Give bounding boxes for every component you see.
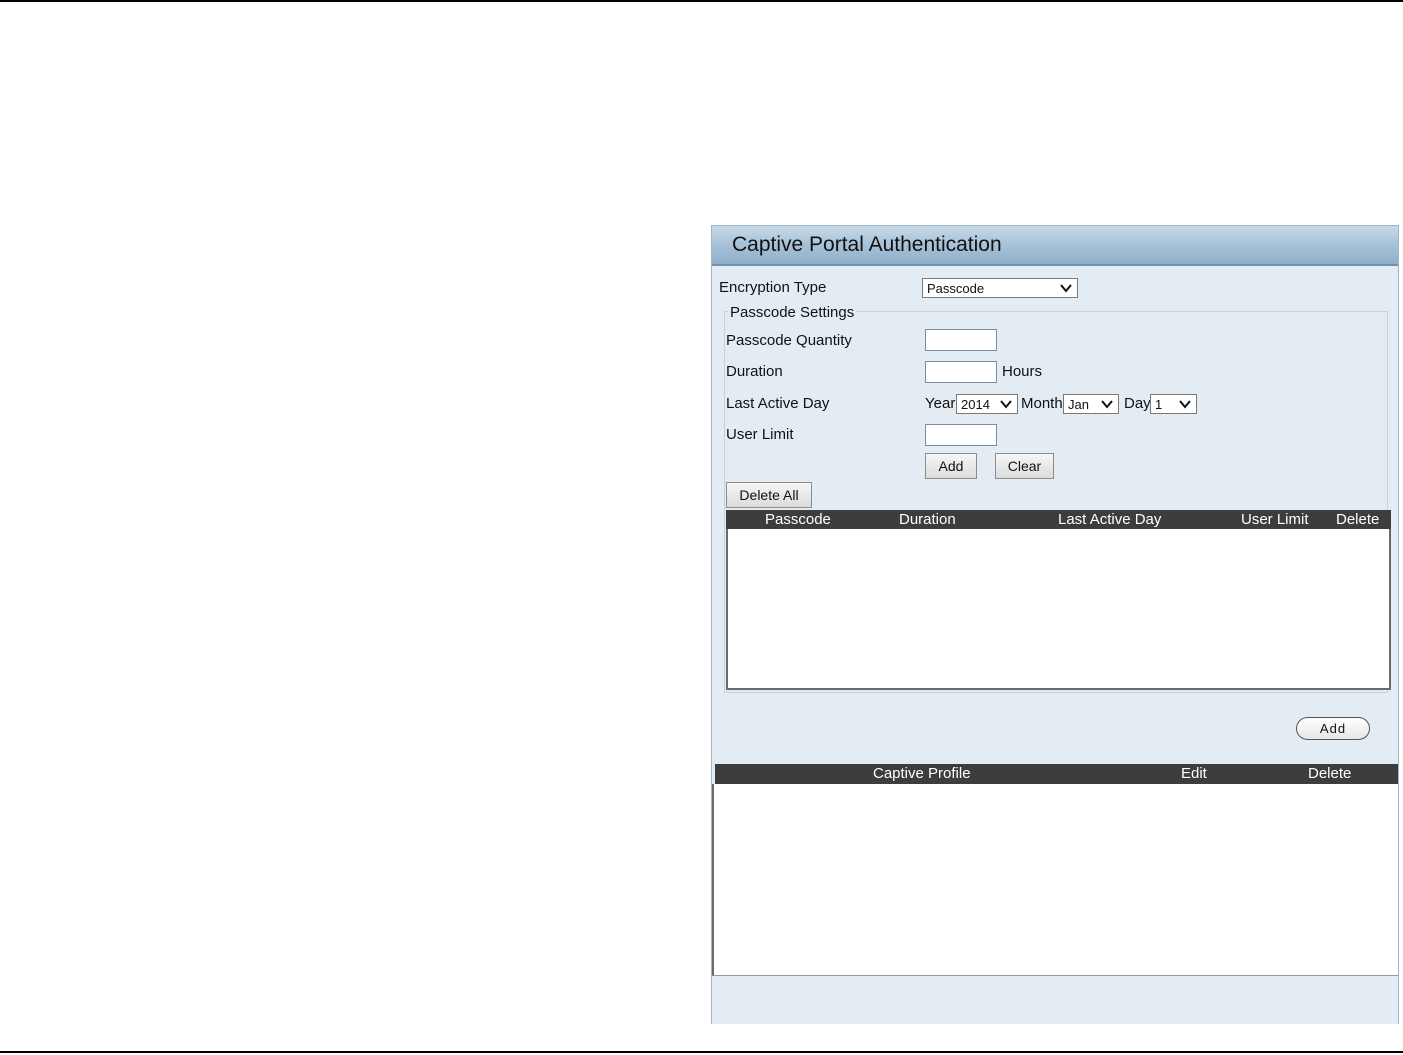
column-header-captive-profile: Captive Profile [873, 765, 971, 782]
duration-input[interactable] [925, 361, 997, 383]
column-header-last-active-day: Last Active Day [1058, 511, 1162, 528]
last-active-day-label: Last Active Day [726, 395, 830, 412]
add-passcode-button[interactable]: Add [925, 453, 977, 479]
month-value: Jan [1068, 397, 1089, 412]
chevron-down-icon [1101, 400, 1113, 409]
chevron-down-icon [1179, 400, 1191, 409]
chevron-down-icon [1000, 400, 1012, 409]
duration-label: Duration [726, 363, 783, 380]
year-label: Year [925, 395, 956, 412]
column-header-passcode: Passcode [765, 511, 831, 528]
passcode-quantity-label: Passcode Quantity [726, 332, 852, 349]
month-select[interactable]: Jan [1063, 394, 1119, 414]
day-value: 1 [1155, 397, 1163, 412]
profile-table-header: Captive Profile Edit Delete [715, 764, 1398, 784]
column-header-edit: Edit [1181, 765, 1207, 782]
add-profile-button[interactable]: Add [1296, 717, 1370, 740]
duration-unit: Hours [1002, 363, 1043, 380]
user-limit-input[interactable] [925, 424, 997, 446]
passcode-table-body [726, 529, 1391, 690]
delete-all-button[interactable]: Delete All [726, 482, 812, 508]
encryption-type-label: Encryption Type [719, 279, 827, 296]
captive-portal-panel: Captive Portal Authentication Encryption… [711, 225, 1399, 1024]
chevron-down-icon [1060, 284, 1072, 293]
day-label: Day [1124, 395, 1151, 412]
column-header-profile-delete: Delete [1308, 765, 1352, 782]
passcode-quantity-input[interactable] [925, 329, 997, 351]
passcode-settings-legend: Passcode Settings [728, 304, 857, 321]
profile-table-body [712, 784, 1398, 976]
column-header-delete: Delete [1336, 511, 1380, 528]
user-limit-label: User Limit [726, 426, 794, 443]
day-select[interactable]: 1 [1150, 394, 1197, 414]
bottom-rule [0, 1051, 1403, 1053]
encryption-type-select[interactable]: Passcode [922, 278, 1078, 298]
column-header-user-limit: User Limit [1241, 511, 1309, 528]
year-select[interactable]: 2014 [956, 394, 1018, 414]
panel-header: Captive Portal Authentication [712, 226, 1398, 266]
encryption-type-value: Passcode [927, 281, 985, 296]
passcode-table-header: Passcode Duration Last Active Day User L… [726, 510, 1391, 529]
top-rule [0, 0, 1403, 2]
page-title: Captive Portal Authentication [732, 233, 1002, 256]
clear-button[interactable]: Clear [995, 453, 1054, 479]
month-label: Month [1021, 395, 1063, 412]
column-header-duration: Duration [899, 511, 956, 528]
year-value: 2014 [961, 397, 990, 412]
